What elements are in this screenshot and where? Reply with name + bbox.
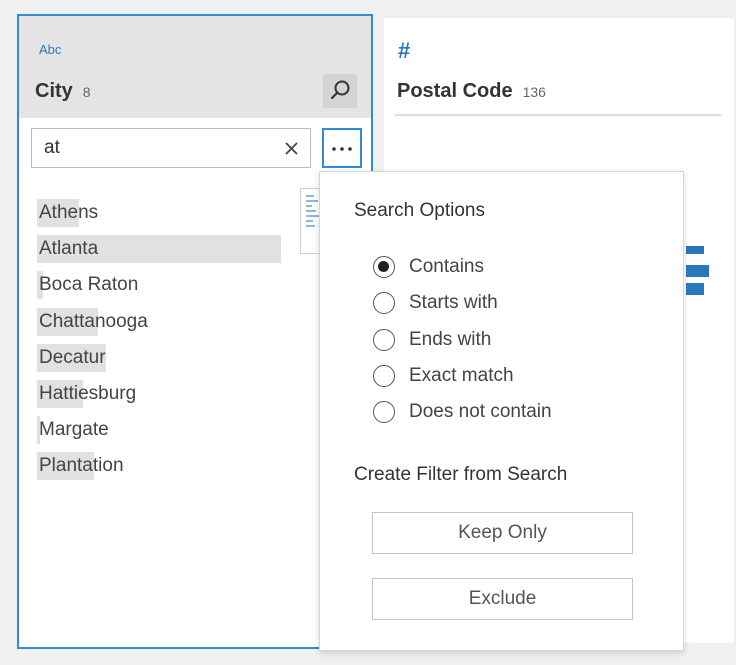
close-icon xyxy=(285,142,298,155)
city-list-item[interactable]: Plantation xyxy=(37,452,287,488)
city-name: Decatur xyxy=(39,346,106,368)
histogram-bar xyxy=(686,283,704,295)
city-list-item[interactable]: Decatur xyxy=(37,343,287,380)
city-list-item[interactable]: Athens xyxy=(37,199,287,235)
radio-label: Ends with xyxy=(409,328,492,350)
search-field[interactable] xyxy=(31,128,311,168)
exclude-button[interactable]: Exclude xyxy=(372,578,633,620)
city-name: Plantation xyxy=(39,455,124,477)
field-count: 8 xyxy=(82,84,91,100)
search-options-popup: Search Options Contains Starts with Ends w… xyxy=(319,171,684,651)
radio-button[interactable] xyxy=(373,364,395,387)
radio-button[interactable] xyxy=(373,401,395,424)
search-input[interactable] xyxy=(32,129,274,167)
create-filter-heading: Create Filter from Search xyxy=(354,464,568,485)
clear-search-button[interactable] xyxy=(280,135,304,161)
number-type-icon: # xyxy=(398,38,411,63)
city-list-item[interactable]: Chattanooga xyxy=(37,307,287,344)
popup-title: Search Options xyxy=(354,200,485,221)
city-name: Margate xyxy=(39,419,109,441)
radio-selected-dot xyxy=(378,261,389,272)
city-card-header: Abc City 8 xyxy=(19,16,371,118)
search-icon xyxy=(330,80,350,100)
radio-label: Does not contain xyxy=(409,401,552,423)
radio-button[interactable] xyxy=(373,328,395,351)
city-name: Athens xyxy=(39,202,99,223)
city-list-item[interactable]: Atlanta xyxy=(37,235,287,271)
city-value-list: Athens Atlanta Boca Raton Chattanooga Decatu… xyxy=(37,199,287,489)
keep-only-button[interactable]: Keep Only xyxy=(372,512,633,554)
header-divider xyxy=(395,114,721,116)
radio-button[interactable] xyxy=(373,292,395,315)
city-list-item[interactable]: Hattiesburg xyxy=(37,379,287,416)
histogram-bar xyxy=(686,265,709,277)
field-name-label: Postal Code xyxy=(397,80,513,102)
city-name: Chattanooga xyxy=(39,310,148,332)
histogram-bar xyxy=(686,246,704,254)
city-name: Hattiesburg xyxy=(39,382,137,404)
city-list-item[interactable]: Margate xyxy=(37,416,287,452)
radio-button[interactable] xyxy=(373,256,395,278)
radio-label: Contains xyxy=(409,256,484,277)
postal-code-field-title: Postal Code 136 xyxy=(397,80,546,103)
search-button[interactable] xyxy=(323,74,357,108)
search-options-button[interactable] xyxy=(322,128,362,168)
field-count: 136 xyxy=(522,84,546,100)
city-list-item[interactable]: Boca Raton xyxy=(37,271,287,307)
city-name: Boca Raton xyxy=(39,274,139,296)
radio-label: Exact match xyxy=(409,364,514,386)
string-type-icon: Abc xyxy=(39,42,62,57)
city-field-title: City 8 xyxy=(35,80,91,103)
city-name: Atlanta xyxy=(39,238,99,260)
ellipsis-icon xyxy=(332,147,352,151)
radio-label: Starts with xyxy=(409,292,498,314)
field-name-label: City xyxy=(35,80,73,102)
